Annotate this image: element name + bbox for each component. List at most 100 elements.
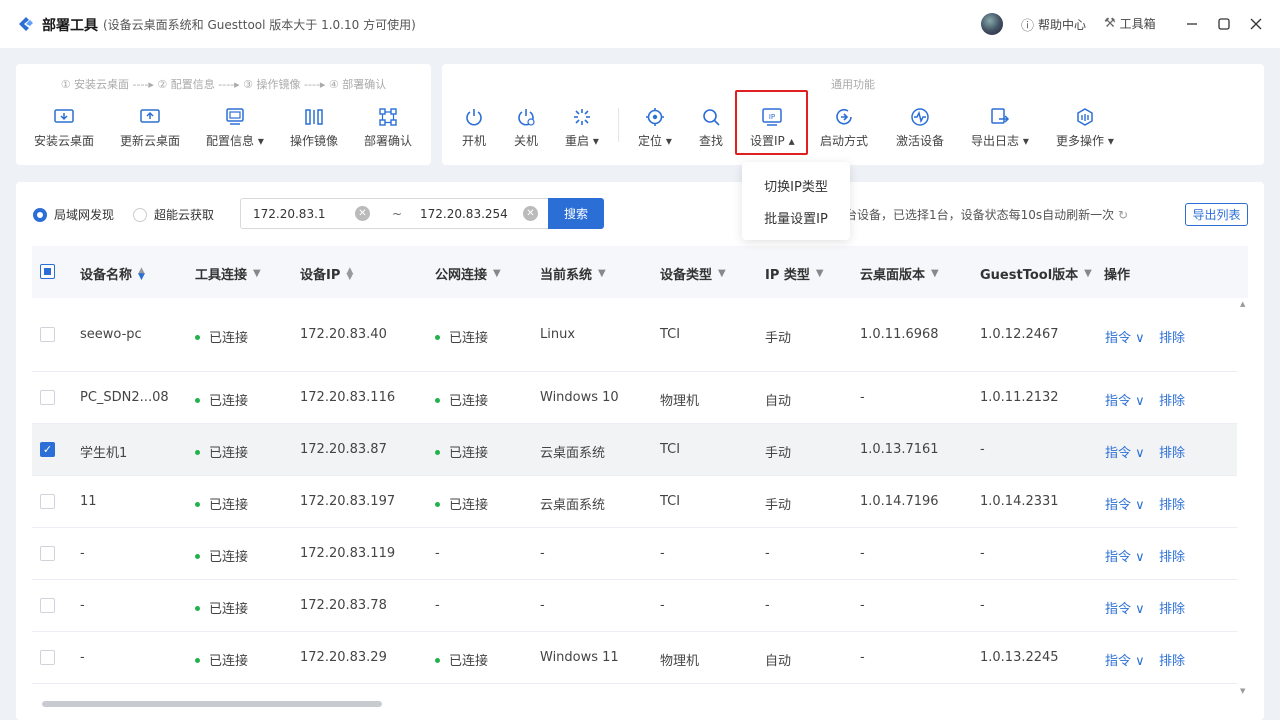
range-separator: ~ xyxy=(392,207,403,221)
sort-icon[interactable]: ▲ ▼ xyxy=(346,266,353,281)
scroll-down-icon[interactable]: ▼ xyxy=(1240,687,1245,695)
cell-text: 172.20.83.87 xyxy=(300,442,387,457)
remove-link[interactable]: 排除 xyxy=(1159,546,1185,565)
cell-text: Linux xyxy=(540,327,576,342)
maximize-icon xyxy=(1218,18,1230,30)
col-tool-connection[interactable]: 工具连接 ▼ xyxy=(195,264,261,283)
app-logo-icon xyxy=(19,17,33,31)
maximize-button[interactable] xyxy=(1212,12,1236,36)
cell-ip: 172.20.83.78 xyxy=(300,598,387,613)
refresh-icon[interactable]: ↻ xyxy=(1118,208,1128,222)
cell-text: - xyxy=(860,598,865,613)
power-off-button[interactable]: 关机 xyxy=(514,106,538,149)
row-checkbox[interactable] xyxy=(40,494,55,509)
cell-text: 已连接 xyxy=(449,446,489,461)
row-checkbox[interactable] xyxy=(40,327,55,342)
remove-link[interactable]: 排除 xyxy=(1159,390,1185,409)
config-info-button[interactable]: 配置信息 ▾ xyxy=(206,106,264,149)
install-desktop-button[interactable]: 安装云桌面 xyxy=(34,106,94,149)
sort-icon[interactable]: ▲ ▼ xyxy=(138,266,145,281)
cell-text: 云桌面系统 xyxy=(540,446,606,461)
command-dropdown[interactable]: 指令 ∨ xyxy=(1105,494,1145,513)
toolbox-link[interactable]: ⚒ 工具箱 xyxy=(1104,15,1156,32)
col-ip-type[interactable]: IP 类型 ▼ xyxy=(765,264,824,283)
ip-start-input[interactable]: 172.20.83.1 xyxy=(253,207,326,221)
command-dropdown[interactable]: 指令 ∨ xyxy=(1105,442,1145,461)
row-checkbox[interactable]: ✓ xyxy=(40,442,55,457)
operate-image-button[interactable]: 操作镜像 xyxy=(290,106,338,149)
minimize-button[interactable] xyxy=(1180,12,1204,36)
cell-ip: 172.20.83.40 xyxy=(300,327,387,342)
filter-icon[interactable]: ▼ xyxy=(816,268,824,279)
col-desktop-version[interactable]: 云桌面版本 ▼ xyxy=(860,264,939,283)
status-dot-icon xyxy=(195,450,200,455)
cell-text: seewo-pc xyxy=(80,327,142,342)
cell-name: PC_SDN2...08 xyxy=(80,390,169,405)
tool-label: 部署确认 xyxy=(364,134,413,148)
locate-button[interactable]: 定位 ▾ xyxy=(638,106,672,149)
switch-ip-type-item[interactable]: 切换IP类型 xyxy=(742,176,850,195)
search-button[interactable]: 搜索 xyxy=(548,198,604,229)
command-dropdown[interactable]: 指令 ∨ xyxy=(1105,390,1145,409)
command-dropdown[interactable]: 指令 ∨ xyxy=(1105,598,1145,617)
command-dropdown[interactable]: 指令 ∨ xyxy=(1105,546,1145,565)
command-dropdown[interactable]: 指令 ∨ xyxy=(1105,650,1145,669)
find-button[interactable]: 查找 xyxy=(699,106,723,149)
boot-mode-button[interactable]: 启动方式 xyxy=(820,106,868,149)
col-current-os[interactable]: 当前系统 ▼ xyxy=(540,264,606,283)
ip-end-input[interactable]: 172.20.83.254 xyxy=(420,207,508,221)
boot-icon xyxy=(832,106,856,128)
help-center-link[interactable]: ⓘ 帮助中心 xyxy=(1021,15,1086,34)
col-device-type[interactable]: 设备类型 ▼ xyxy=(660,264,726,283)
restart-button[interactable]: 重启 ▾ xyxy=(565,106,599,149)
remove-link[interactable]: 排除 xyxy=(1159,327,1185,346)
cell-text: 手动 xyxy=(765,331,792,346)
cell-name: - xyxy=(80,598,85,613)
remove-link[interactable]: 排除 xyxy=(1159,494,1185,513)
filter-icon[interactable]: ▼ xyxy=(253,268,261,279)
cell-text: 云桌面系统 xyxy=(540,498,606,513)
filter-icon[interactable]: ▼ xyxy=(718,268,726,279)
radio-cloud-fetch[interactable]: 超能云获取 xyxy=(133,206,214,223)
status-dot-icon xyxy=(435,450,440,455)
export-list-button[interactable]: 导出列表 xyxy=(1185,203,1248,226)
activate-device-button[interactable]: 激活设备 xyxy=(896,106,944,149)
filter-icon[interactable]: ▼ xyxy=(1084,268,1092,279)
avatar[interactable] xyxy=(981,13,1003,35)
clear-start-icon[interactable]: ✕ xyxy=(355,206,370,221)
radio-selected-icon xyxy=(33,207,47,222)
remove-link[interactable]: 排除 xyxy=(1159,442,1185,461)
col-device-ip[interactable]: 设备IP ▲ ▼ xyxy=(300,264,353,283)
row-checkbox[interactable] xyxy=(40,390,55,405)
col-guesttool-version[interactable]: GuestTool版本 ▼ xyxy=(980,264,1092,283)
more-actions-button[interactable]: 更多操作 ▾ xyxy=(1056,106,1114,149)
export-log-icon xyxy=(988,106,1012,128)
remove-link[interactable]: 排除 xyxy=(1159,598,1185,617)
deploy-confirm-button[interactable]: 部署确认 xyxy=(364,106,412,149)
col-public-net[interactable]: 公网连接 ▼ xyxy=(435,264,501,283)
row-checkbox[interactable] xyxy=(40,598,55,613)
cell-ver: 1.0.13.7161 xyxy=(860,442,939,457)
filter-icon[interactable]: ▼ xyxy=(493,268,501,279)
command-dropdown[interactable]: 指令 ∨ xyxy=(1105,327,1145,346)
cell-text: - xyxy=(980,598,985,613)
update-desktop-button[interactable]: 更新云桌面 xyxy=(120,106,180,149)
clear-end-icon[interactable]: ✕ xyxy=(523,206,538,221)
remove-link[interactable]: 排除 xyxy=(1159,650,1185,669)
horizontal-scrollbar[interactable] xyxy=(42,701,382,707)
cell-type: TCI xyxy=(660,327,680,342)
filter-icon[interactable]: ▼ xyxy=(931,268,939,279)
close-button[interactable] xyxy=(1244,12,1268,36)
export-log-button[interactable]: 导出日志 ▾ xyxy=(971,106,1029,149)
batch-set-ip-item[interactable]: 批量设置IP xyxy=(742,208,850,227)
row-checkbox[interactable] xyxy=(40,546,55,561)
select-all-checkbox[interactable] xyxy=(40,264,55,279)
radio-lan-discovery[interactable]: 局域网发现 xyxy=(33,206,114,223)
filter-icon[interactable]: ▼ xyxy=(598,268,606,279)
cell-ver: 1.0.11.6968 xyxy=(860,327,939,342)
cell-tool: 已连接 xyxy=(195,650,248,669)
scroll-up-icon[interactable]: ▲ xyxy=(1240,300,1245,308)
row-checkbox[interactable] xyxy=(40,650,55,665)
col-device-name[interactable]: 设备名称 ▲ ▼ xyxy=(80,264,145,283)
power-on-button[interactable]: 开机 xyxy=(462,106,486,149)
